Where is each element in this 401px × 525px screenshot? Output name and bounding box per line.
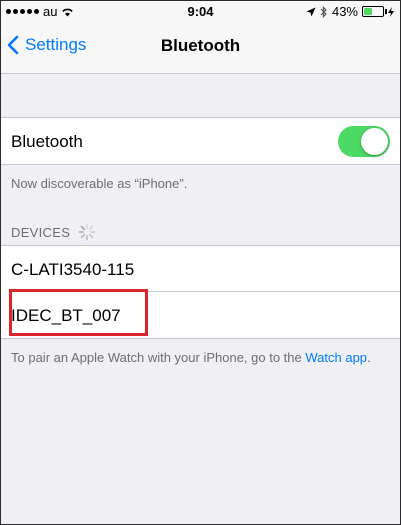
toggle-knob [361,128,388,155]
devices-header-label: DEVICES [11,224,71,240]
device-name: C-LATI3540-115 [11,260,135,279]
phone-screen: au 9:04 43% Settings Bluetooth Bluetooth… [0,0,401,525]
pair-watch-prefix: To pair an Apple Watch with your iPhone,… [11,350,302,365]
page-title: Bluetooth [160,36,241,55]
devices-header: DEVICES [11,223,96,241]
highlight-annotation-box [9,289,148,336]
discoverable-text: Now discoverable as “iPhone”. [11,176,188,191]
charging-icon [388,6,394,17]
location-arrow-icon [306,7,316,16]
pair-watch-suffix: . [367,350,371,365]
pair-watch-text: To pair an Apple Watch with your iPhone,… [11,350,381,366]
status-bar: au 9:04 43% [1,1,400,21]
device-row-c-lati3540-115[interactable]: C-LATI3540-115 [1,246,400,292]
status-right: 43% [306,4,394,19]
navigation-bar: Settings Bluetooth [1,21,400,74]
bluetooth-toggle-cell: Bluetooth [1,117,400,165]
bluetooth-label: Bluetooth [11,132,83,151]
battery-percentage: 43% [331,4,358,19]
watch-app-link[interactable]: Watch app [305,350,367,365]
battery-icon [362,6,387,17]
bluetooth-toggle-switch[interactable] [338,126,390,157]
bluetooth-icon [320,5,327,18]
loading-spinner-icon [78,223,96,241]
